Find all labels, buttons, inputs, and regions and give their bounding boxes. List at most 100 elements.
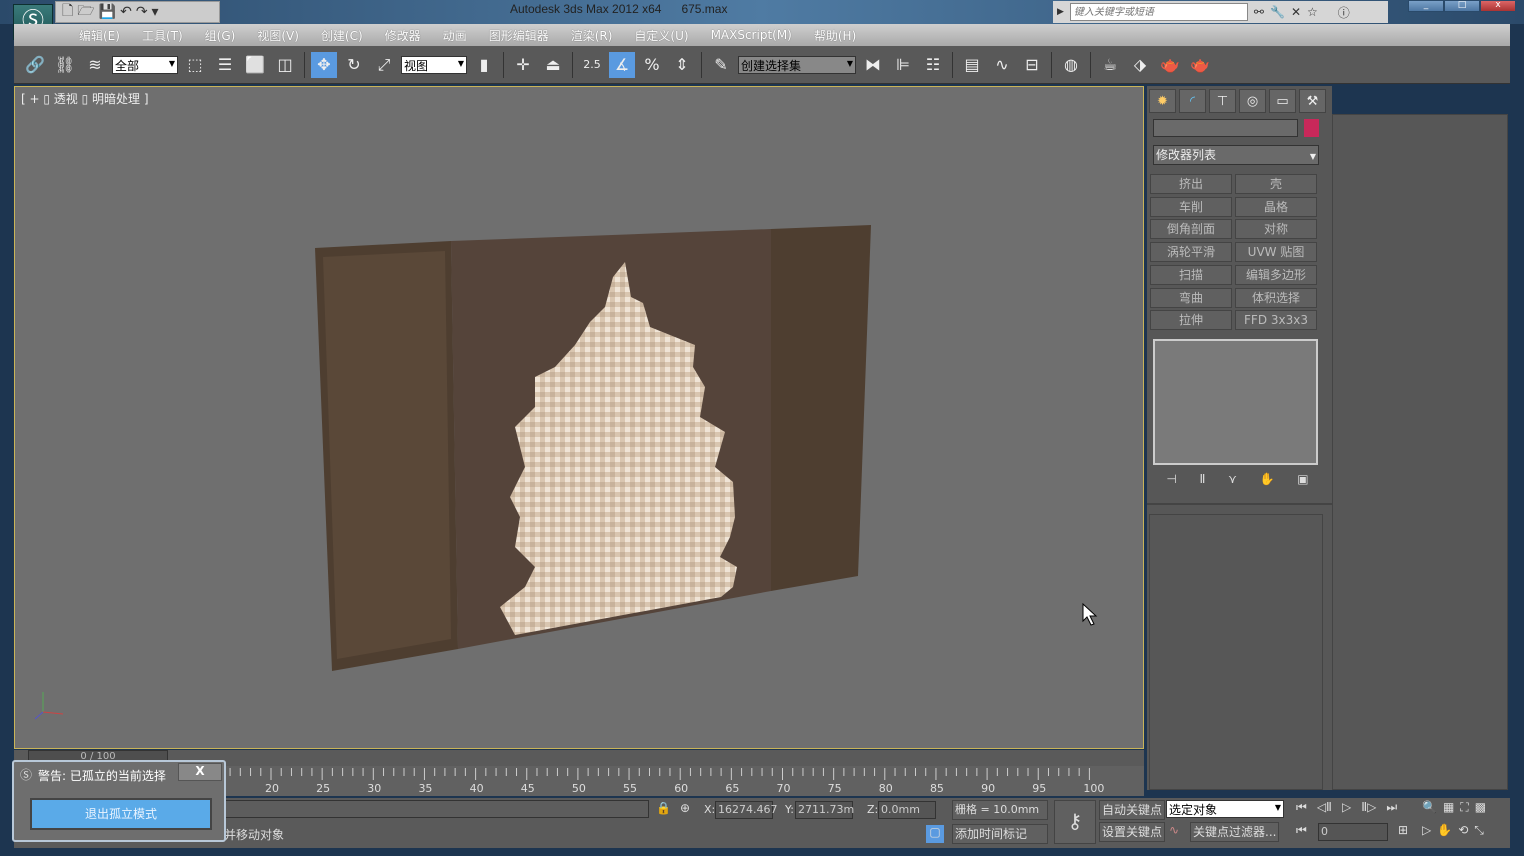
percent-snap-icon[interactable]: % [639,52,665,78]
hierarchy-tab-icon[interactable]: ⊤ [1209,89,1236,113]
align-icon[interactable]: ⊫ [890,52,916,78]
previous-frame-icon[interactable]: ◁Ⅱ [1317,800,1332,815]
maximize-button[interactable]: □ [1444,0,1480,12]
render-iterative-icon[interactable]: 🫖 [1187,52,1213,78]
mirror-icon[interactable]: ⧓ [860,52,886,78]
menu-item[interactable]: 编辑(E) [68,27,131,44]
go-to-start-icon[interactable]: ⏮ [1296,800,1307,815]
modifier-list-dropdown[interactable]: 修改器列表 [1153,145,1319,166]
save-icon[interactable]: 💾 [99,4,116,20]
render-setup-icon[interactable]: ☕ [1097,52,1123,78]
link-icon[interactable]: 🔗 [22,52,48,78]
menu-item[interactable]: 图形编辑器 [478,27,560,44]
absolute-mode-icon[interactable]: ⊕ [680,801,690,815]
unlink-icon[interactable]: ⛓ [52,52,78,78]
modifier-button[interactable]: 晶格 [1235,196,1317,217]
orbit-icon[interactable]: ⟲ [1458,823,1468,838]
x-coordinate-field[interactable]: 16274.467 [715,801,778,819]
modifier-stack[interactable] [1153,339,1318,465]
set-key-toggle-icon[interactable]: ⚷ [1054,800,1096,844]
maximize-viewport-icon[interactable]: ⤡ [1474,823,1484,838]
next-frame-icon[interactable]: Ⅱ▷ [1361,800,1376,815]
object-color-swatch[interactable] [1304,119,1319,137]
object-name-field[interactable] [1153,119,1298,137]
menu-item[interactable]: MAXScript(M) [700,28,803,42]
rect-selection-icon[interactable]: ⬜ [242,52,268,78]
render-production-icon[interactable]: 🫖 [1157,52,1183,78]
menu-item[interactable]: 渲染(R) [560,27,624,44]
field-of-view-icon[interactable]: ▷ [1422,823,1431,838]
time-tag-icon[interactable]: ▢ [926,825,944,843]
window-crossing-icon[interactable]: ◫ [272,52,298,78]
satellite-icon[interactable]: ✕ [1291,5,1301,19]
help-icon[interactable]: ⓘ [1338,4,1350,21]
undo-icon[interactable]: ↶ [120,4,132,20]
zoom-extents-all-icon[interactable]: ▩ [1475,800,1486,815]
redo-icon[interactable]: ↷ [136,4,148,20]
edit-named-selection-icon[interactable]: ✎ [708,52,734,78]
utilities-tab-icon[interactable]: ⚒ [1299,89,1326,113]
layer-manager-icon[interactable]: ☷ [920,52,946,78]
remove-modifier-icon[interactable]: ✋ [1260,472,1275,492]
rendered-frame-window-icon[interactable]: ⬗ [1127,52,1153,78]
perspective-viewport[interactable]: [ + ▯ 透视 ▯ 明暗处理 ] [14,86,1144,749]
current-frame-field[interactable]: 0 [1318,823,1388,841]
rotate-icon[interactable]: ↻ [341,52,367,78]
zoom-extents-icon[interactable]: ⛶ [1460,800,1468,815]
ribbon-icon[interactable]: ▤ [959,52,985,78]
selection-filter-dropdown[interactable]: 全部 [112,55,178,74]
modifier-button[interactable]: 壳 [1235,174,1317,194]
modifier-button[interactable]: FFD 3x3x3 [1235,310,1317,331]
manipulate-icon[interactable]: ✛ [510,52,536,78]
modifier-button[interactable]: UVW 贴图 [1235,242,1317,263]
zoom-icon[interactable]: 🔍 [1422,800,1437,815]
menu-item[interactable]: 创建(C) [310,27,374,44]
curve-editor-icon[interactable]: ∿ [989,52,1015,78]
menu-item[interactable]: 修改器 [374,27,432,44]
open-file-icon[interactable]: 🗁 [77,0,94,24]
configure-modifier-sets-icon[interactable]: ▣ [1297,472,1308,492]
exit-isolation-button[interactable]: 退出孤立模式 [30,798,212,830]
scale-icon[interactable]: ⤢ [371,52,397,78]
menu-item[interactable]: 动画 [432,27,478,44]
modifier-button[interactable]: 对称 [1235,219,1317,240]
pin-stack-icon[interactable]: ⊣ [1166,472,1176,492]
customize-dropdown-icon[interactable]: ▾ [152,4,159,20]
modifier-button[interactable]: 编辑多边形 [1235,264,1317,285]
y-coordinate-field[interactable]: 2711.73m [795,801,854,819]
pivot-center-icon[interactable]: ▮ [471,52,497,78]
pan-icon[interactable]: ✋ [1437,823,1452,838]
modifier-button[interactable]: 体积选择 [1235,287,1317,308]
maxscript-listener[interactable] [224,800,649,818]
create-tab-icon[interactable]: ✹ [1149,89,1176,113]
keyboard-shortcut-icon[interactable]: ⏏ [540,52,566,78]
menu-item[interactable]: 组(G) [194,27,247,44]
menu-item[interactable]: 视图(V) [246,27,310,44]
snap-toggle-icon[interactable]: 2.5 [579,52,605,78]
dialog-close-button[interactable]: X [178,763,222,781]
modifier-button[interactable]: 车削 [1150,196,1232,217]
expand-icon[interactable]: ▶ [1057,7,1064,17]
menu-item[interactable]: 自定义(U) [623,27,699,44]
new-file-icon[interactable]: 🗋 [62,0,73,24]
key-tangent-icon[interactable]: ∿ [1169,823,1179,837]
motion-tab-icon[interactable]: ◎ [1239,89,1266,113]
make-unique-icon[interactable]: ⋎ [1228,472,1237,492]
material-editor-icon[interactable]: ◍ [1058,52,1084,78]
selection-lock-icon[interactable]: 🔒 [656,801,671,815]
menu-item[interactable]: 工具(T) [131,27,194,44]
move-icon[interactable]: ✥ [311,51,337,78]
reference-coord-dropdown[interactable]: 视图 [401,55,467,74]
time-configuration-icon[interactable]: ⊞ [1398,823,1408,837]
spinner-snap-icon[interactable]: ⇕ [669,52,695,78]
schematic-view-icon[interactable]: ⊟ [1019,52,1045,78]
zoom-all-icon[interactable]: ▦ [1443,800,1454,815]
binoculars-icon[interactable]: ⚯ [1254,5,1264,19]
modifier-button[interactable]: 涡轮平滑 [1150,242,1232,263]
modifier-button[interactable]: 挤出 [1150,174,1232,194]
select-by-name-icon[interactable]: ☰ [212,52,238,78]
play-icon[interactable]: ▷ [1342,800,1351,815]
z-coordinate-field[interactable]: 0.0mm [878,801,936,819]
modifier-button[interactable]: 拉伸 [1150,310,1232,331]
close-button[interactable]: x [1480,0,1516,12]
